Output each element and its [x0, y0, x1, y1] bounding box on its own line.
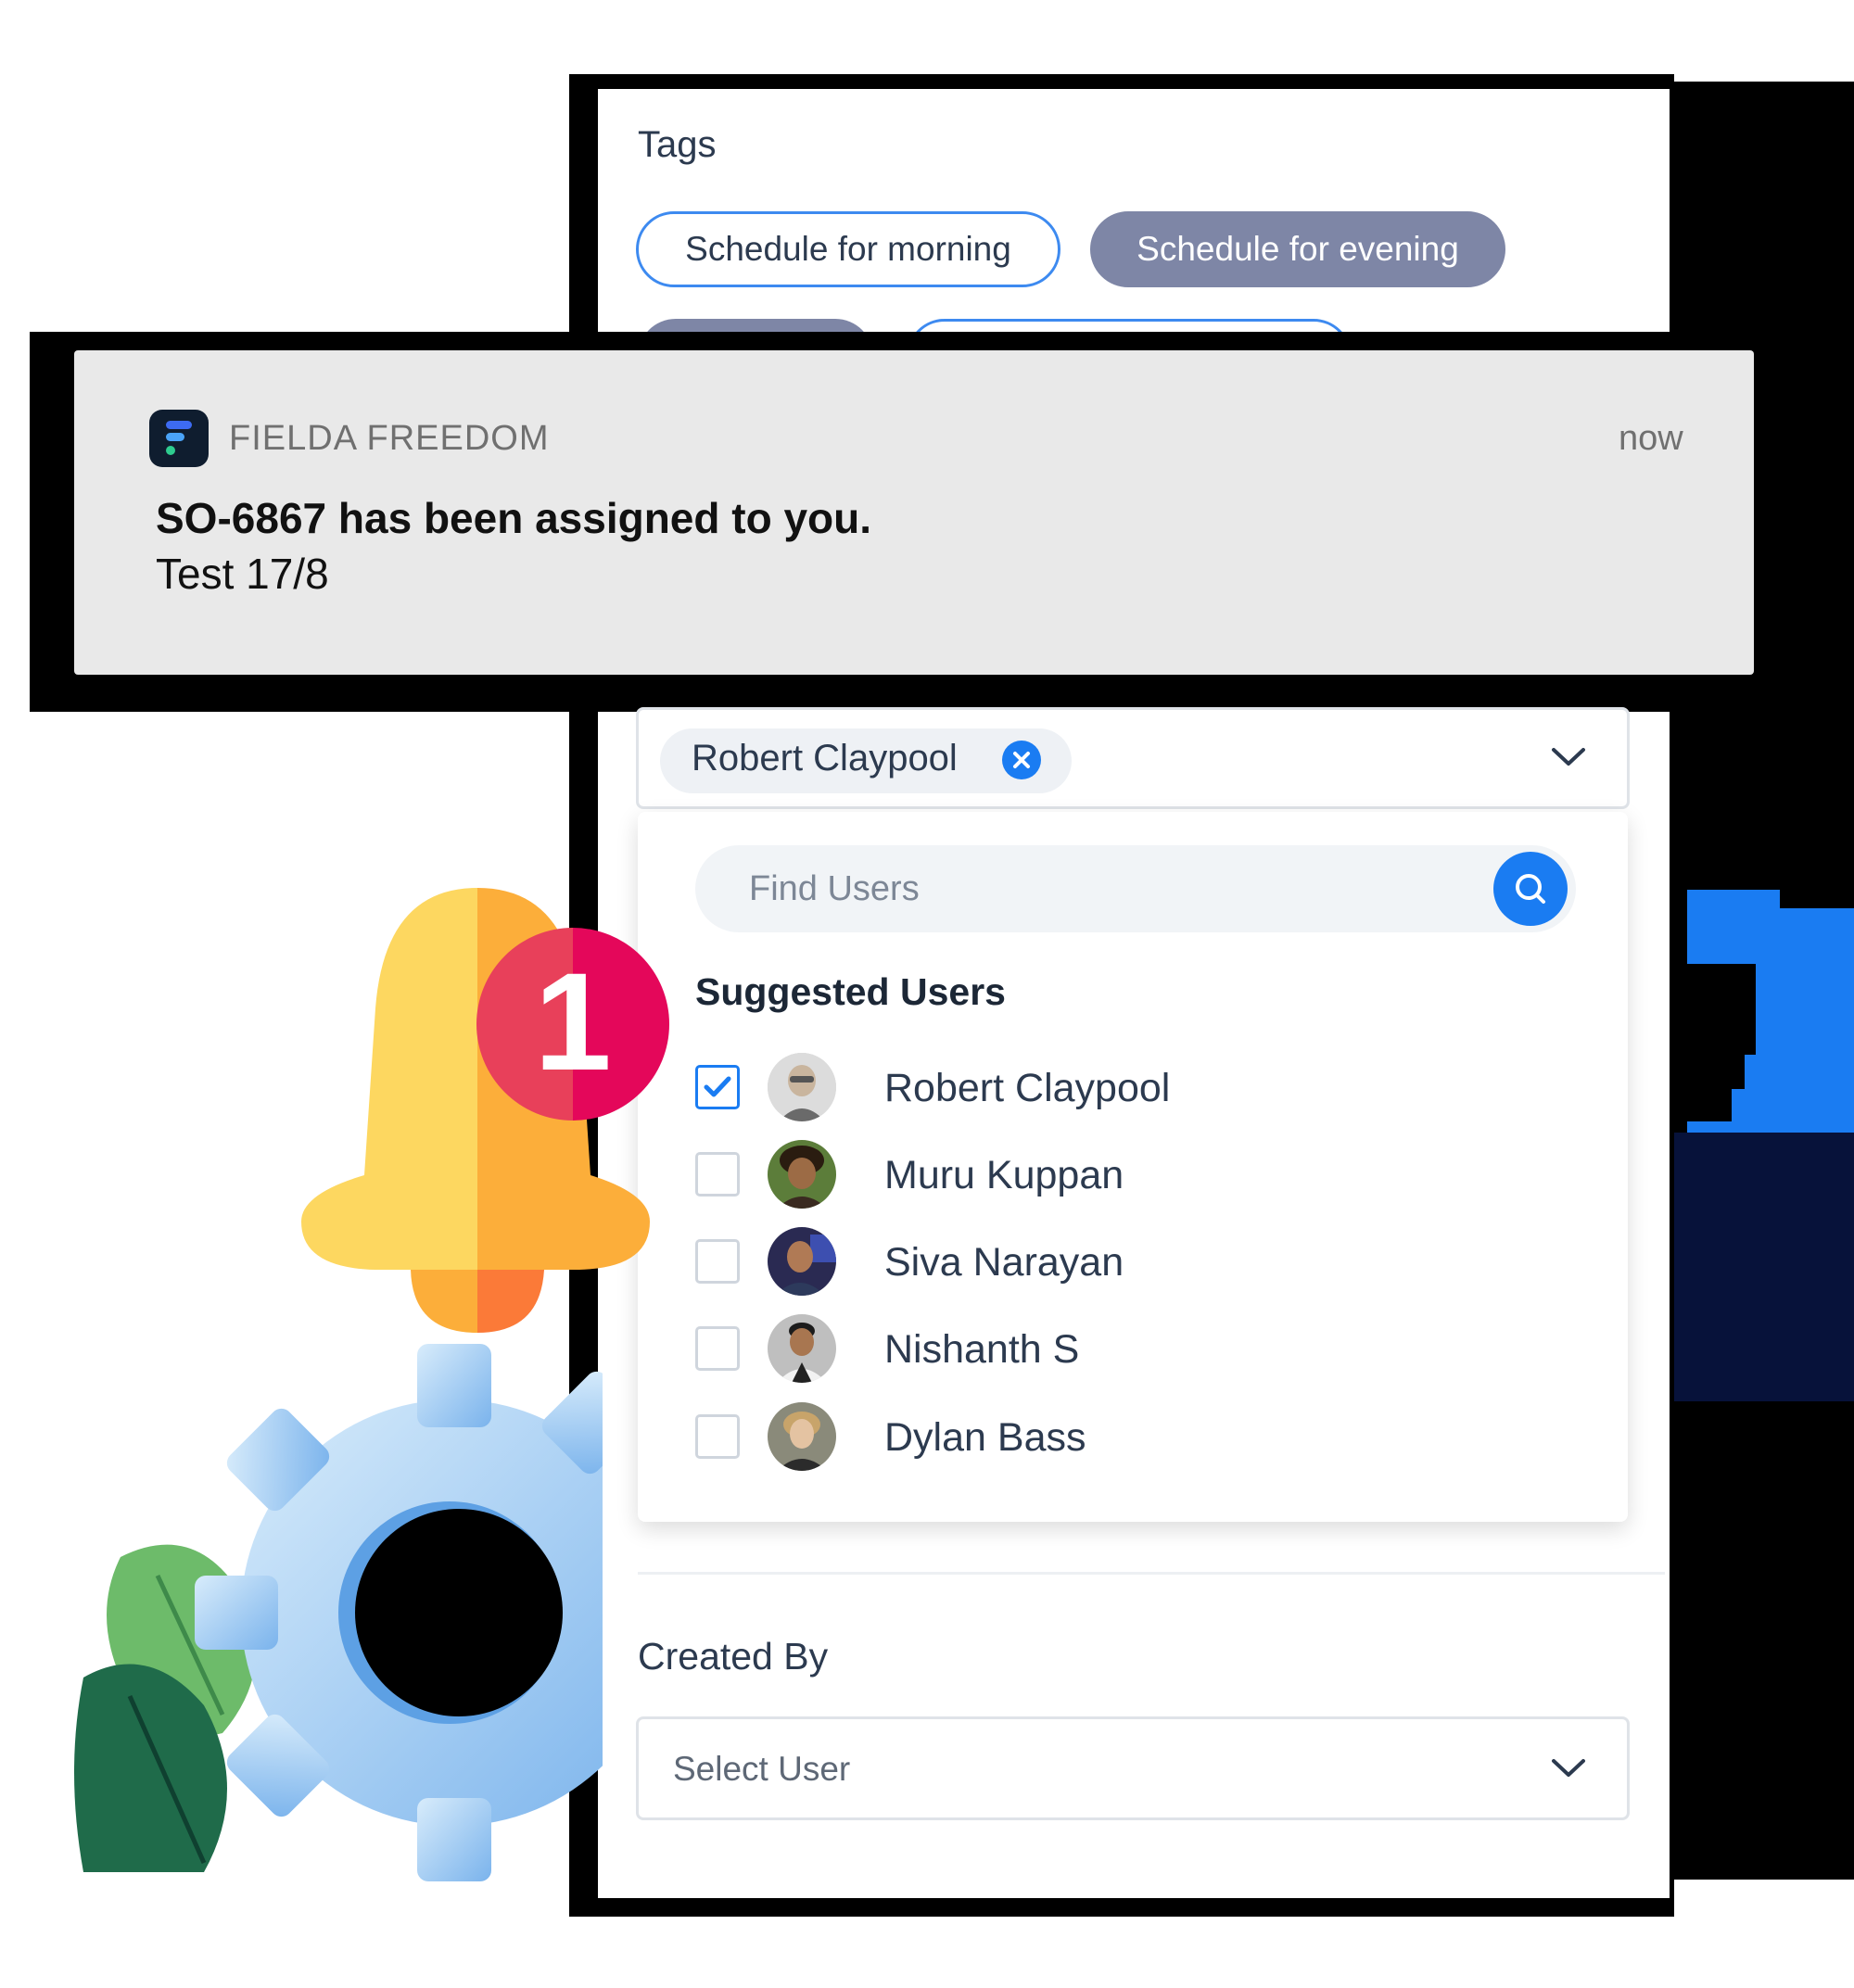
user-row[interactable]: Nishanth S: [695, 1314, 1530, 1383]
user-name: Muru Kuppan: [884, 1153, 1124, 1197]
user-row[interactable]: Siva Narayan: [695, 1227, 1530, 1296]
user-row[interactable]: Robert Claypool: [695, 1053, 1530, 1121]
avatar: [768, 1314, 836, 1383]
find-users-input[interactable]: [695, 845, 1576, 932]
user-name: Nishanth S: [884, 1327, 1080, 1372]
avatar: [768, 1140, 836, 1209]
navy-shape-decoration: [1674, 1133, 1854, 1401]
user-name: Dylan Bass: [884, 1415, 1086, 1460]
user-name: Robert Claypool: [884, 1066, 1171, 1110]
user-row[interactable]: Muru Kuppan: [695, 1140, 1530, 1209]
selected-user-chip-label: Robert Claypool: [692, 738, 958, 779]
user-name: Siva Narayan: [884, 1240, 1124, 1285]
section-divider: [638, 1572, 1665, 1575]
notification-app-name: FIELDA FREEDOM: [229, 419, 550, 458]
avatar: [768, 1227, 836, 1296]
suggested-users-heading: Suggested Users: [695, 970, 1006, 1013]
notification-body: Test 17/8: [156, 550, 329, 598]
checkmark-icon: [704, 1076, 731, 1097]
notification-title: SO-6867 has been assigned to you.: [156, 494, 872, 542]
user-checkbox[interactable]: [695, 1239, 740, 1284]
user-checkbox[interactable]: [695, 1152, 740, 1197]
gear-icon: [195, 1344, 603, 1881]
close-circle-icon[interactable]: [1002, 741, 1041, 779]
avatar: [768, 1402, 836, 1471]
chevron-down-icon[interactable]: [1550, 746, 1587, 768]
tags-heading: Tags: [638, 124, 717, 165]
tag-option-selected[interactable]: Schedule for evening: [1090, 211, 1505, 287]
notification-time: now: [1619, 419, 1683, 458]
created-by-heading: Created By: [638, 1635, 829, 1678]
user-row[interactable]: Dylan Bass: [695, 1402, 1530, 1471]
avatar: [768, 1053, 836, 1121]
chevron-down-icon[interactable]: [1550, 1757, 1587, 1779]
notification-badge: 1: [476, 928, 669, 1121]
user-checkbox[interactable]: [695, 1065, 740, 1109]
search-icon: [1516, 874, 1545, 904]
search-button[interactable]: [1493, 852, 1568, 926]
tag-option[interactable]: Schedule for morning: [636, 211, 1060, 287]
badge-count: 1: [534, 943, 612, 1099]
user-checkbox[interactable]: [695, 1326, 740, 1371]
fielda-logo-icon: [149, 410, 209, 467]
user-checkbox[interactable]: [695, 1414, 740, 1459]
created-by-placeholder: Select User: [673, 1750, 851, 1788]
